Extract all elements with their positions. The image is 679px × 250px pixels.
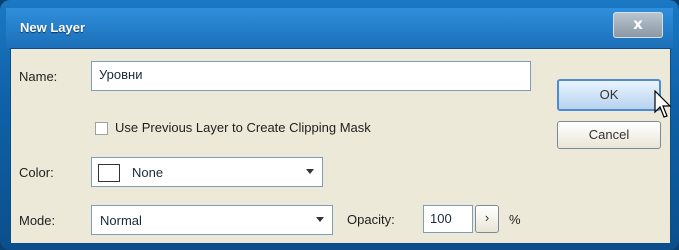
chevron-down-icon <box>316 217 324 222</box>
opacity-label: Opacity: <box>347 212 395 227</box>
name-input-value: Уровни <box>99 67 143 82</box>
cancel-button[interactable]: Cancel <box>557 121 661 149</box>
mouse-pointer-icon <box>654 90 672 118</box>
clipping-mask-label: Use Previous Layer to Create Clipping Ma… <box>115 120 371 135</box>
dialog-title: New Layer <box>20 20 86 35</box>
cancel-button-label: Cancel <box>588 127 630 142</box>
chevron-down-icon <box>306 169 314 174</box>
title-bar[interactable]: New Layer x <box>6 8 673 48</box>
opacity-value: 100 <box>430 211 452 226</box>
mode-value: Normal <box>100 213 142 228</box>
opacity-stepper-button[interactable]: › <box>475 205 499 233</box>
opacity-input[interactable]: 100 <box>423 205 473 233</box>
ok-button-label: OK <box>599 87 619 102</box>
mode-dropdown[interactable]: Normal <box>91 205 333 235</box>
close-icon: x <box>633 15 643 33</box>
opacity-unit: % <box>509 212 521 227</box>
color-dropdown[interactable]: None <box>91 157 323 187</box>
name-input[interactable]: Уровни <box>91 61 531 91</box>
dialog-window: New Layer x Name: Уровни Use Previous La… <box>0 0 679 250</box>
color-swatch <box>98 164 120 182</box>
clipping-mask-checkbox[interactable] <box>95 122 108 135</box>
color-label: Color: <box>19 165 54 180</box>
close-button[interactable]: x <box>613 12 663 38</box>
name-label: Name: <box>19 69 58 84</box>
dialog-body: Name: Уровни Use Previous Layer to Creat… <box>10 48 671 244</box>
chevron-right-icon: › <box>484 210 490 225</box>
ok-button[interactable]: OK <box>557 79 661 111</box>
mode-label: Mode: <box>19 213 56 228</box>
color-value: None <box>132 165 164 180</box>
